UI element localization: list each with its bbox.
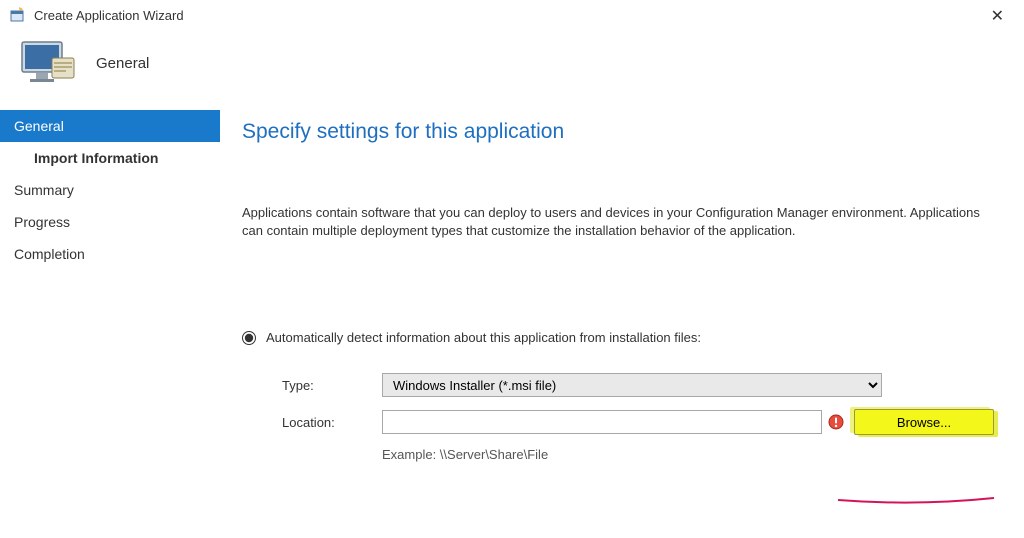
step-title: General xyxy=(96,55,149,72)
sidebar-label: General xyxy=(14,118,64,134)
example-text: Example: \\Server\Share\File xyxy=(242,447,994,462)
wizard-sidebar: General Import Information Summary Progr… xyxy=(0,106,220,538)
monitor-icon xyxy=(20,38,76,88)
location-label: Location: xyxy=(282,415,382,430)
sidebar-label: Completion xyxy=(14,246,85,262)
window-title: Create Application Wizard xyxy=(34,8,184,23)
close-button[interactable]: ✕ xyxy=(983,4,1012,28)
app-wizard-icon xyxy=(10,7,26,23)
sidebar-item-summary[interactable]: Summary xyxy=(0,174,220,206)
sidebar-item-general[interactable]: General xyxy=(0,110,220,142)
sidebar-label: Progress xyxy=(14,214,70,230)
error-icon xyxy=(828,414,844,430)
sidebar-item-import-information[interactable]: Import Information xyxy=(0,142,220,174)
location-input[interactable] xyxy=(382,410,822,434)
page-description: Applications contain software that you c… xyxy=(242,204,982,240)
annotation-underline xyxy=(836,494,996,506)
sidebar-label: Summary xyxy=(14,182,74,198)
sidebar-item-completion[interactable]: Completion xyxy=(0,238,220,270)
titlebar: Create Application Wizard ✕ xyxy=(0,0,1024,30)
browse-button[interactable]: Browse... xyxy=(854,409,994,435)
main-panel: Specify settings for this application Ap… xyxy=(220,106,1024,538)
wizard-header: General xyxy=(0,30,1024,106)
sidebar-item-progress[interactable]: Progress xyxy=(0,206,220,238)
auto-detect-radio[interactable] xyxy=(242,331,256,345)
sidebar-label: Import Information xyxy=(34,150,158,166)
auto-detect-radio-row: Automatically detect information about t… xyxy=(242,330,994,345)
type-select[interactable]: Windows Installer (*.msi file) xyxy=(382,373,882,397)
type-row: Type: Windows Installer (*.msi file) xyxy=(242,373,994,397)
location-row: Location: Browse... xyxy=(242,409,994,435)
page-heading: Specify settings for this application xyxy=(242,120,994,144)
type-label: Type: xyxy=(282,378,382,393)
auto-detect-label[interactable]: Automatically detect information about t… xyxy=(266,330,701,345)
